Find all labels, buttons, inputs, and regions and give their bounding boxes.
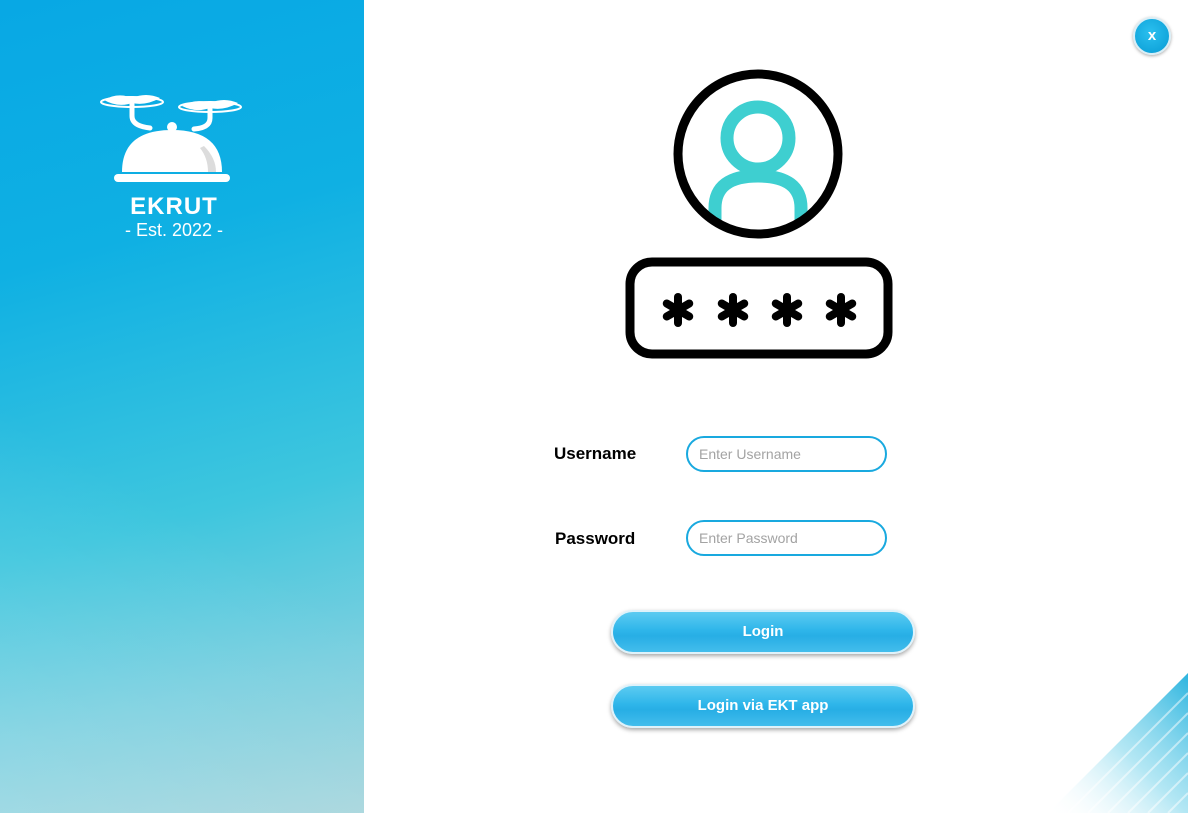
user-password-icon	[625, 68, 895, 368]
drone-cloche-icon	[100, 95, 242, 182]
login-via-app-label: Login via EKT app	[697, 697, 829, 714]
brand-logo: Ekrut - Est. 2022 -	[92, 86, 256, 240]
corner-decoration	[1048, 673, 1188, 813]
brand-established: - Est. 2022 -	[124, 220, 224, 240]
login-button[interactable]: Login	[611, 610, 915, 654]
close-button[interactable]: x	[1133, 17, 1171, 55]
login-window: Ekrut - Est. 2022 - x	[0, 0, 1188, 813]
username-label: Username	[554, 444, 637, 463]
login-via-app-button[interactable]: Login via EKT app	[611, 684, 915, 728]
close-icon: x	[1147, 27, 1157, 44]
username-input[interactable]	[686, 436, 887, 472]
brand-sidebar: Ekrut - Est. 2022 -	[0, 0, 364, 813]
password-input[interactable]	[686, 520, 887, 556]
brand-name: Ekrut	[130, 193, 218, 220]
login-button-label: Login	[742, 623, 784, 640]
password-label: Password	[555, 529, 636, 548]
